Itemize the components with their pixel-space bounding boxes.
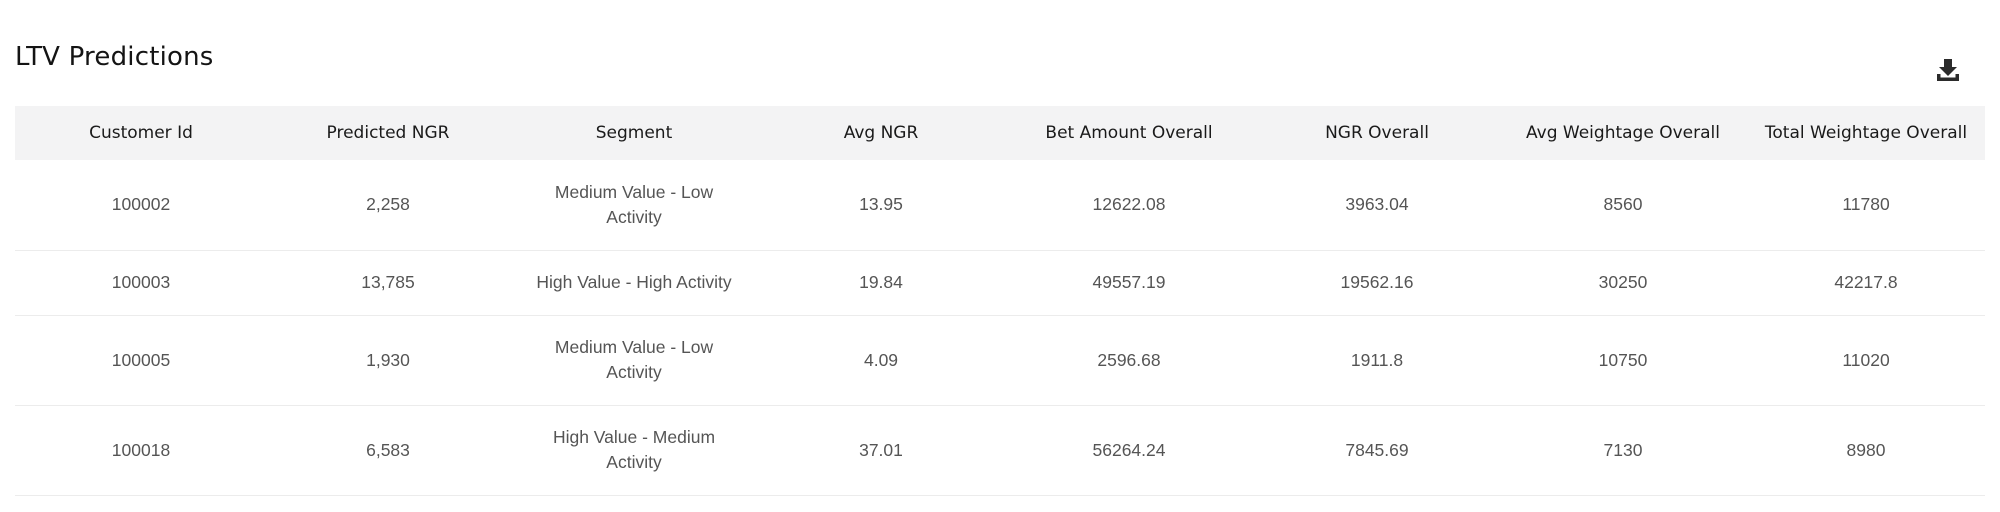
cell-total-weightage-overall: 42217.8: [1747, 250, 1985, 316]
cell-avg-ngr: 37.01: [759, 405, 1003, 496]
cell-ngr-overall: 1911.8: [1255, 315, 1499, 406]
cell-bet-amount-overall: 49557.19: [1003, 250, 1255, 316]
table-row: 100018 6,583 High Value - Medium Activit…: [15, 405, 1985, 496]
cell-ngr-overall: 19562.16: [1255, 250, 1499, 316]
ltv-predictions-table: Customer Id Predicted NGR Segment Avg NG…: [15, 106, 1985, 496]
cell-ngr-overall: 7845.69: [1255, 405, 1499, 496]
cell-predicted-ngr: 6,583: [267, 405, 509, 496]
cell-predicted-ngr: 13,785: [267, 250, 509, 316]
column-header-avg-weightage-overall[interactable]: Avg Weightage Overall: [1499, 106, 1747, 160]
column-header-bet-amount-overall[interactable]: Bet Amount Overall: [1003, 106, 1255, 160]
column-header-total-weightage-overall[interactable]: Total Weightage Overall: [1747, 106, 1985, 160]
table-header-row: Customer Id Predicted NGR Segment Avg NG…: [15, 106, 1985, 160]
table-row: 100002 2,258 Medium Value - Low Activity…: [15, 160, 1985, 251]
cell-total-weightage-overall: 11020: [1747, 315, 1985, 406]
cell-predicted-ngr: 2,258: [267, 160, 509, 251]
cell-avg-ngr: 4.09: [759, 315, 1003, 406]
cell-segment: High Value - High Activity: [509, 250, 759, 316]
column-header-ngr-overall[interactable]: NGR Overall: [1255, 106, 1499, 160]
download-icon[interactable]: [1934, 56, 1962, 84]
cell-customer-id: 100003: [15, 250, 267, 316]
cell-predicted-ngr: 1,930: [267, 315, 509, 406]
column-header-customer-id[interactable]: Customer Id: [15, 106, 267, 160]
table-row: 100003 13,785 High Value - High Activity…: [15, 250, 1985, 316]
cell-total-weightage-overall: 8980: [1747, 405, 1985, 496]
table-row: 100005 1,930 Medium Value - Low Activity…: [15, 315, 1985, 406]
cell-total-weightage-overall: 11780: [1747, 160, 1985, 251]
cell-bet-amount-overall: 56264.24: [1003, 405, 1255, 496]
cell-segment: Medium Value - Low Activity: [509, 160, 759, 251]
cell-avg-ngr: 19.84: [759, 250, 1003, 316]
cell-customer-id: 100005: [15, 315, 267, 406]
cell-segment: Medium Value - Low Activity: [509, 315, 759, 406]
column-header-segment[interactable]: Segment: [509, 106, 759, 160]
cell-avg-weightage-overall: 30250: [1499, 250, 1747, 316]
cell-avg-ngr: 13.95: [759, 160, 1003, 251]
cell-avg-weightage-overall: 8560: [1499, 160, 1747, 251]
column-header-predicted-ngr[interactable]: Predicted NGR: [267, 106, 509, 160]
cell-segment: High Value - Medium Activity: [509, 405, 759, 496]
cell-customer-id: 100018: [15, 405, 267, 496]
cell-ngr-overall: 3963.04: [1255, 160, 1499, 251]
cell-bet-amount-overall: 2596.68: [1003, 315, 1255, 406]
page-title: LTV Predictions: [15, 42, 214, 72]
cell-customer-id: 100002: [15, 160, 267, 251]
cell-bet-amount-overall: 12622.08: [1003, 160, 1255, 251]
cell-avg-weightage-overall: 7130: [1499, 405, 1747, 496]
column-header-avg-ngr[interactable]: Avg NGR: [759, 106, 1003, 160]
cell-avg-weightage-overall: 10750: [1499, 315, 1747, 406]
